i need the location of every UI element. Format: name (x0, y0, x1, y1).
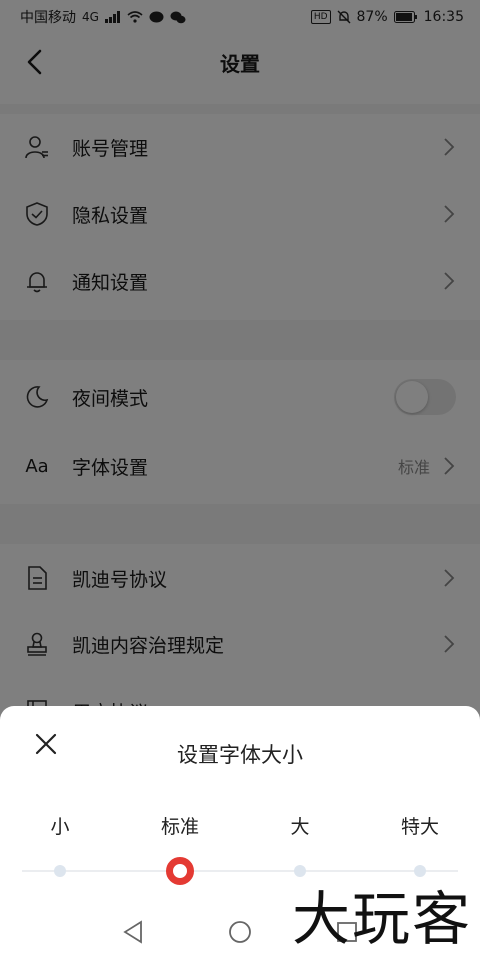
size-option-extra-large[interactable]: 特大 (401, 812, 439, 839)
watermark-text: 大玩客 (291, 885, 472, 953)
slider-thumb[interactable] (166, 857, 194, 885)
slider-stop-small[interactable] (54, 865, 66, 877)
nav-back-icon[interactable] (122, 920, 144, 944)
sheet-title: 设置字体大小 (177, 743, 303, 767)
size-option-small[interactable]: 小 (50, 812, 69, 839)
size-option-large[interactable]: 大 (290, 812, 309, 839)
nav-home-icon[interactable] (228, 920, 252, 944)
size-option-standard[interactable]: 标准 (161, 812, 199, 839)
font-size-sheet: 设置字体大小 小 标准 大 特大 大玩客 (0, 706, 480, 960)
